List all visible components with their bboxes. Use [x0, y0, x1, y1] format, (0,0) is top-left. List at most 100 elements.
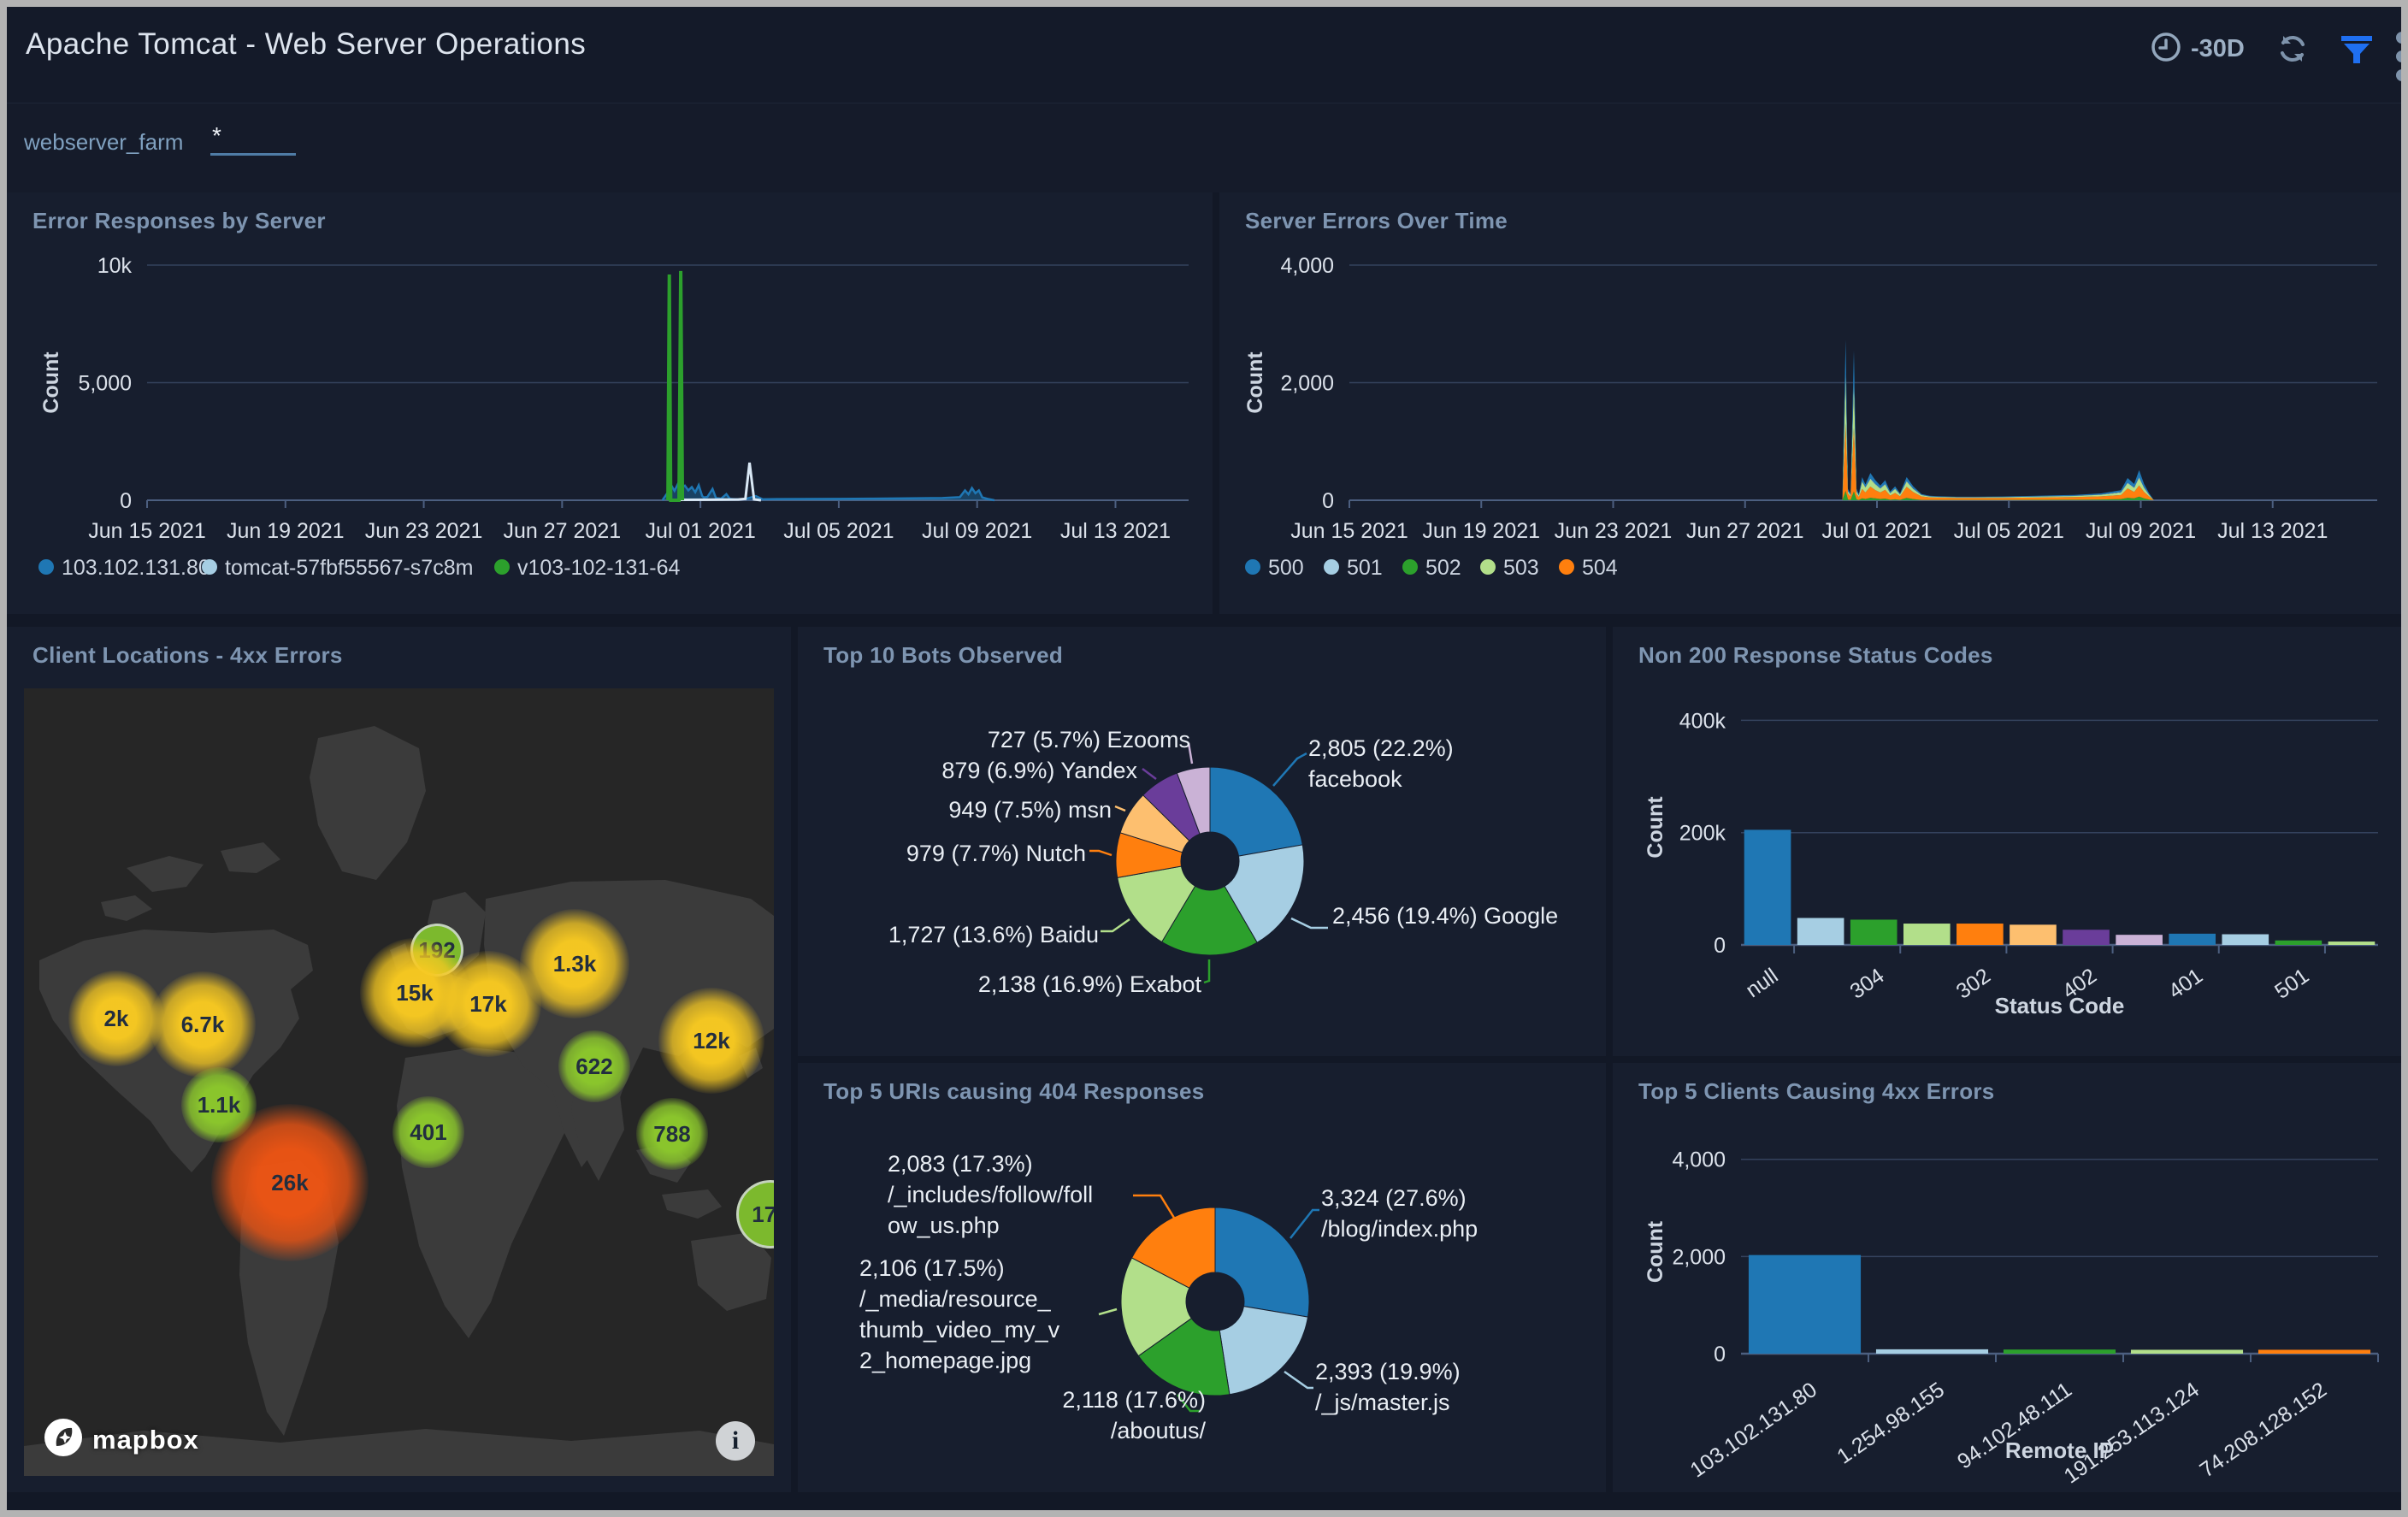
svg-text:Jul 01 2021: Jul 01 2021 — [645, 519, 755, 543]
donut-label-blog: 3,324 (27.6%) /blog/index.php — [1321, 1183, 1478, 1244]
map-bubble-12k[interactable]: 12k — [658, 988, 764, 1094]
donut-label-google: 2,456 (19.4%) Google — [1332, 900, 1558, 931]
bar[interactable] — [2116, 935, 2163, 945]
svg-text:401: 401 — [2164, 964, 2207, 1004]
panel-top-clients: Top 5 Clients Causing 4xx Errors 02,0004… — [1613, 1063, 2401, 1492]
series-v103-102-131-64[interactable] — [668, 271, 682, 500]
bar[interactable] — [1876, 1349, 1988, 1354]
map-bubble-788[interactable]: 788 — [636, 1098, 708, 1170]
map-bubble-17k[interactable]: 17k — [435, 951, 541, 1057]
donut-label-facebook: 2,805 (22.2%) facebook — [1308, 733, 1454, 794]
svg-text:103.102.131.80: 103.102.131.80 — [62, 556, 210, 580]
map-bubble-622[interactable]: 622 — [558, 1030, 630, 1102]
svg-text:Count: Count — [1644, 796, 1667, 859]
legend-item[interactable]: 500 — [1245, 556, 1304, 580]
svg-text:0: 0 — [1714, 934, 1726, 958]
donut-label-master: 2,393 (19.9%) /_js/master.js — [1315, 1356, 1461, 1418]
clients-bar-chart[interactable]: 02,0004,000103.102.131.801.254.98.15594.… — [1613, 1063, 2401, 1496]
svg-text:1.254.98.155: 1.254.98.155 — [1833, 1378, 1949, 1469]
svg-text:4,000: 4,000 — [1280, 254, 1334, 278]
mapbox-attribution[interactable]: mapbox — [43, 1417, 199, 1462]
panel-top-uris: Top 5 URIs causing 404 Responses 2,083 (… — [798, 1063, 1606, 1492]
world-map[interactable]: 1921.3k15k17k2k6.7k12k6221.1k40178826k17… — [24, 688, 774, 1476]
legend-item[interactable]: 103.102.131.80 — [38, 556, 210, 580]
svg-text:Status Code: Status Code — [1995, 993, 2125, 1018]
legend-item[interactable]: v103-102-131-64 — [494, 556, 681, 580]
svg-text:Jun 27 2021: Jun 27 2021 — [1686, 519, 1804, 543]
panel-non200-codes: Non 200 Response Status Codes 0200k400kn… — [1613, 627, 2401, 1056]
svg-text:Jul 13 2021: Jul 13 2021 — [2217, 519, 2328, 543]
svg-text:Jun 23 2021: Jun 23 2021 — [1555, 519, 1673, 543]
svg-text:Jul 05 2021: Jul 05 2021 — [1954, 519, 2064, 543]
bar[interactable] — [2258, 1349, 2370, 1354]
bar[interactable] — [2169, 934, 2216, 945]
legend-item[interactable]: 502 — [1402, 556, 1461, 580]
svg-text:501: 501 — [2270, 964, 2313, 1004]
donut-slice-/_js/master.js[interactable] — [1219, 1307, 1307, 1395]
kebab-menu-icon[interactable] — [2389, 31, 2401, 82]
filter-value-input[interactable] — [210, 119, 296, 156]
svg-text:Remote IP: Remote IP — [2005, 1437, 2114, 1463]
svg-text:Jun 19 2021: Jun 19 2021 — [1422, 519, 1540, 543]
stack-501[interactable] — [1843, 373, 2154, 500]
bar[interactable] — [2131, 1349, 2243, 1354]
bar[interactable] — [1903, 924, 1951, 945]
svg-text:503: 503 — [1503, 556, 1539, 580]
bar[interactable] — [1956, 924, 2004, 945]
map-bubble-26k[interactable]: 26k — [211, 1104, 369, 1261]
donut-label-includes: 2,083 (17.3%) /_includes/follow/foll ow_… — [888, 1148, 1093, 1241]
error-responses-chart[interactable]: 05,00010kJun 15 2021Jun 19 2021Jun 23 20… — [7, 192, 1213, 618]
stack-503[interactable] — [1843, 375, 2154, 500]
bar[interactable] — [2063, 930, 2110, 945]
donut-label-exabot: 2,138 (16.9%) Exabot — [978, 969, 1201, 1000]
svg-text:Jun 19 2021: Jun 19 2021 — [227, 519, 345, 543]
svg-text:Jul 01 2021: Jul 01 2021 — [1821, 519, 1932, 543]
bar[interactable] — [2275, 941, 2322, 945]
time-range-button[interactable]: -30D — [2150, 31, 2245, 68]
donut-slice-/blog/index.php[interactable] — [1215, 1207, 1309, 1317]
refresh-icon — [2275, 31, 2311, 71]
bar[interactable] — [2010, 924, 2057, 945]
filter-icon — [2338, 31, 2376, 73]
page-title: Apache Tomcat - Web Server Operations — [26, 27, 586, 62]
svg-text:Jul 09 2021: Jul 09 2021 — [922, 519, 1032, 543]
panel-server-errors: Server Errors Over Time 02,0004,000Jun 1… — [1219, 192, 2401, 614]
server-errors-chart[interactable]: 02,0004,000Jun 15 2021Jun 19 2021Jun 23 … — [1219, 192, 2401, 618]
refresh-button[interactable] — [2275, 31, 2311, 71]
svg-text:Jun 27 2021: Jun 27 2021 — [504, 519, 622, 543]
filter-button[interactable] — [2338, 31, 2376, 73]
svg-text:74.208.128.152: 74.208.128.152 — [2196, 1378, 2331, 1483]
svg-text:502: 502 — [1425, 556, 1461, 580]
panel-title: Client Locations - 4xx Errors — [32, 642, 343, 669]
bar[interactable] — [1744, 829, 1791, 945]
filter-bar: webserver_farm — [7, 103, 2401, 192]
map-bubble-401[interactable]: 401 — [392, 1096, 464, 1168]
stack-500[interactable] — [1843, 339, 2154, 500]
bar[interactable] — [2328, 941, 2376, 945]
bar[interactable] — [2004, 1349, 2116, 1354]
legend-item[interactable]: tomcat-57fbf55567-s7c8m — [202, 556, 473, 580]
map-info-button[interactable]: i — [716, 1421, 755, 1461]
legend-item[interactable]: 501 — [1324, 556, 1383, 580]
bar[interactable] — [1850, 919, 1897, 945]
legend-item[interactable]: 503 — [1480, 556, 1539, 580]
donut-label-media: 2,106 (17.5%) /_media/resource_ thumb_vi… — [859, 1253, 1059, 1376]
legend-item[interactable]: 504 — [1559, 556, 1618, 580]
svg-text:400k: 400k — [1679, 709, 1726, 733]
non200-bar-chart[interactable]: 0200k400knull304302402401501Status CodeC… — [1613, 627, 2401, 1060]
svg-text:4,000: 4,000 — [1672, 1148, 1726, 1172]
map-continents — [24, 688, 774, 1476]
svg-text:302: 302 — [1952, 964, 1995, 1004]
bar[interactable] — [1797, 918, 1844, 945]
svg-text:191.253.113.124: 191.253.113.124 — [2060, 1378, 2204, 1489]
svg-text:v103-102-131-64: v103-102-131-64 — [517, 556, 681, 580]
map-bubble-6.7k[interactable]: 6.7k — [150, 971, 256, 1077]
screen-frame: Apache Tomcat - Web Server Operations -3… — [0, 0, 2408, 1517]
svg-text:200k: 200k — [1679, 822, 1726, 846]
bar[interactable] — [1749, 1255, 1861, 1354]
stack-504[interactable] — [1843, 423, 2154, 500]
svg-text:null: null — [1742, 964, 1783, 1002]
donut-slice-facebook[interactable] — [1210, 767, 1302, 856]
svg-text:500: 500 — [1268, 556, 1304, 580]
bar[interactable] — [2222, 935, 2269, 945]
